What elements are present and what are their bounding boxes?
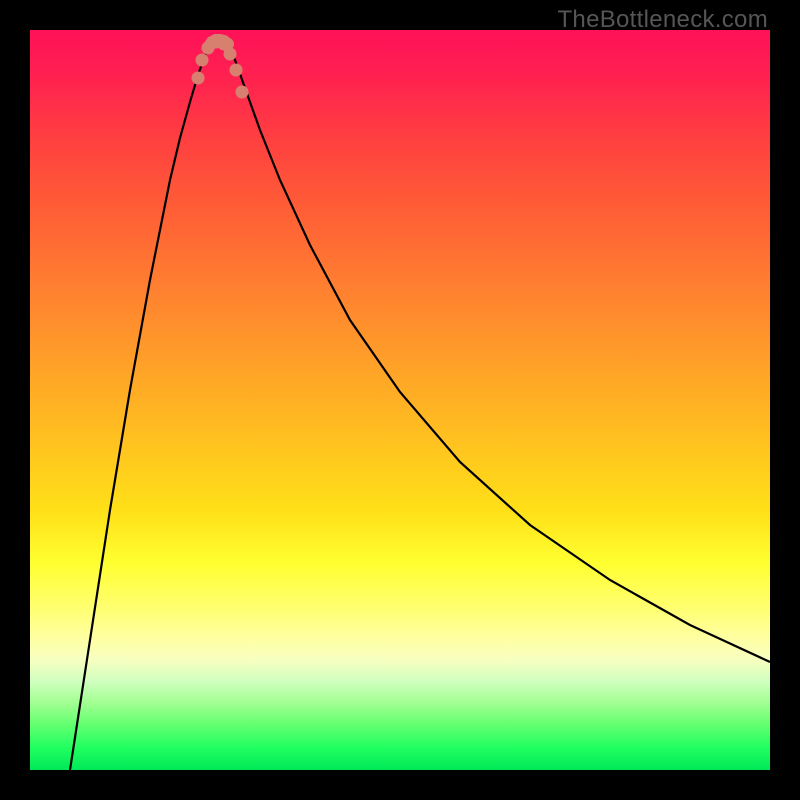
valley-marker <box>236 86 249 99</box>
valley-marker <box>230 64 243 77</box>
curve-right-branch <box>228 42 770 662</box>
valley-marker <box>192 72 205 85</box>
curve-svg <box>30 30 770 770</box>
plot-area <box>30 30 770 770</box>
chart-container: TheBottleneck.com <box>0 0 800 800</box>
curve-left-branch <box>70 42 212 770</box>
valley-marker <box>196 54 209 67</box>
valley-marker <box>224 48 237 61</box>
